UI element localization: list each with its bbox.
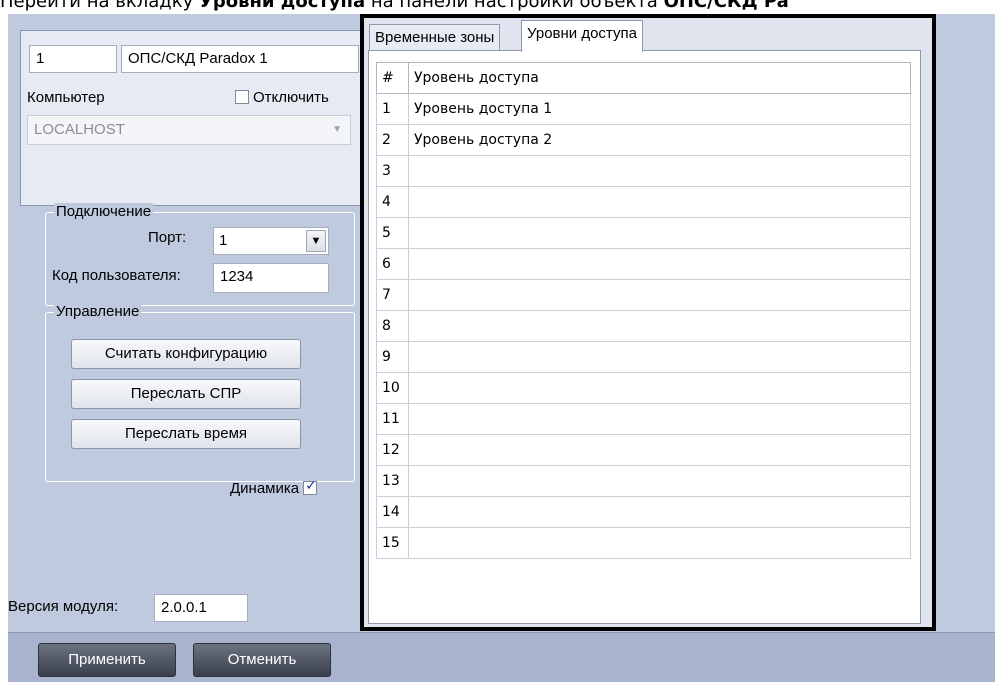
send-time-button[interactable]: Переслать время [71, 419, 301, 449]
connection-group-title: Подключение [54, 203, 154, 220]
access-level-name-cell[interactable] [408, 248, 911, 280]
module-version-field: 2.0.0.1 [154, 594, 248, 622]
cancel-button[interactable]: Отменить [193, 643, 331, 677]
access-level-name-cell[interactable] [408, 310, 911, 342]
table-row[interactable]: 1 Уровень доступа 1 [376, 93, 911, 125]
caption-bold-object: ОПС/СКД Pa [663, 0, 789, 12]
caption-bold-tab: Уровни доступа [198, 0, 366, 12]
tab-time-zones[interactable]: Временные зоны [369, 24, 501, 52]
row-number-cell: 3 [376, 155, 409, 187]
table-row[interactable]: 6 [376, 248, 911, 280]
access-level-name-cell[interactable] [408, 155, 911, 187]
user-code-label: Код пользователя: [52, 267, 181, 284]
control-group: Управление Считать конфигурацию Переслат… [45, 303, 355, 482]
access-levels-table: # Уровень доступа 1 Уровень доступа 1 2 Уро… [376, 62, 911, 559]
computer-select[interactable]: LOCALHOST ▼ [27, 115, 351, 145]
disable-label: Отключить [253, 89, 329, 106]
dynamics-label: Динамика [230, 480, 300, 497]
table-row[interactable]: 14 [376, 496, 911, 528]
apply-button[interactable]: Применить [38, 643, 176, 677]
access-level-name-cell[interactable]: Уровень доступа 1 [408, 93, 911, 125]
row-number-cell: 12 [376, 434, 409, 466]
table-body: 1 Уровень доступа 1 2 Уровень доступа 23456… [376, 93, 911, 559]
table-header-row: # Уровень доступа [376, 62, 911, 94]
caption-middle: на панели настройки объекта [365, 0, 664, 12]
user-code-field[interactable]: 1234 [213, 263, 329, 293]
row-number-cell: 9 [376, 341, 409, 373]
table-row[interactable]: 5 [376, 217, 911, 249]
table-row[interactable]: 10 [376, 372, 911, 404]
access-level-name-cell[interactable] [408, 527, 911, 559]
access-level-name-cell[interactable] [408, 434, 911, 466]
column-header-num[interactable]: # [376, 62, 409, 94]
chevron-down-icon[interactable]: ▼ [306, 230, 326, 252]
access-level-name-cell[interactable]: Уровень доступа 2 [408, 124, 911, 156]
table-row[interactable]: 4 [376, 186, 911, 218]
dynamics-checkbox[interactable]: Динамика [230, 478, 321, 497]
control-group-title: Управление [54, 303, 142, 320]
row-number-cell: 15 [376, 527, 409, 559]
row-number-cell: 14 [376, 496, 409, 528]
access-level-name-cell[interactable] [408, 403, 911, 435]
read-config-button[interactable]: Считать конфигурацию [71, 339, 301, 369]
send-spr-button[interactable]: Переслать СПР [71, 379, 301, 409]
row-number-cell: 5 [376, 217, 409, 249]
table-row[interactable]: 3 [376, 155, 911, 187]
access-level-name-cell[interactable] [408, 496, 911, 528]
settings-window: 1 ОПС/СКД Paradox 1 Компьютер Отключить … [8, 14, 995, 682]
column-header-name[interactable]: Уровень доступа [408, 62, 911, 94]
access-level-name-cell[interactable] [408, 217, 911, 249]
table-row[interactable]: 7 [376, 279, 911, 311]
object-id-field[interactable]: 1 [29, 45, 117, 73]
row-number-cell: 13 [376, 465, 409, 497]
table-row[interactable]: 9 [376, 341, 911, 373]
object-header-panel: 1 ОПС/СКД Paradox 1 Компьютер Отключить … [20, 30, 366, 206]
object-name-field[interactable]: ОПС/СКД Paradox 1 [121, 45, 359, 73]
table-row[interactable]: 2 Уровень доступа 2 [376, 124, 911, 156]
table-row[interactable]: 13 [376, 465, 911, 497]
port-select-value: 1 [219, 232, 228, 249]
access-level-name-cell[interactable] [408, 279, 911, 311]
row-number-cell: 2 [376, 124, 409, 156]
row-number-cell: 8 [376, 310, 409, 342]
row-number-cell: 1 [376, 93, 409, 125]
module-version-label: Версия модуля: [8, 598, 119, 615]
row-number-cell: 4 [376, 186, 409, 218]
access-levels-tab-page: # Уровень доступа 1 Уровень доступа 1 2 Уро… [368, 50, 921, 624]
port-select[interactable]: 1 ▼ [213, 227, 329, 255]
row-number-cell: 6 [376, 248, 409, 280]
access-level-name-cell[interactable] [408, 372, 911, 404]
access-level-name-cell[interactable] [408, 465, 911, 497]
row-number-cell: 11 [376, 403, 409, 435]
table-row[interactable]: 8 [376, 310, 911, 342]
port-label: Порт: [148, 229, 187, 246]
instruction-caption: Перейти на вкладку Уровни доступа на пан… [0, 0, 995, 15]
disable-checkbox-box[interactable] [235, 90, 249, 104]
table-row[interactable]: 15 [376, 527, 911, 559]
disable-checkbox[interactable]: Отключить [235, 89, 329, 106]
tab-control: Временные зоны Уровни доступа # Уровень … [364, 18, 932, 627]
footer-bar: Применить Отменить [8, 632, 995, 682]
row-number-cell: 7 [376, 279, 409, 311]
access-level-name-cell[interactable] [408, 186, 911, 218]
table-row[interactable]: 11 [376, 403, 911, 435]
tab-access-levels[interactable]: Уровни доступа [521, 20, 643, 52]
caption-prefix: Перейти на вкладку [0, 0, 199, 12]
access-levels-panel: Временные зоны Уровни доступа # Уровень … [360, 14, 936, 631]
computer-select-value: LOCALHOST [34, 121, 125, 138]
row-number-cell: 10 [376, 372, 409, 404]
access-level-name-cell[interactable] [408, 341, 911, 373]
computer-label: Компьютер [27, 89, 105, 106]
connection-group: Подключение Порт: 1 ▼ Код пользователя: 1… [45, 203, 355, 306]
table-row[interactable]: 12 [376, 434, 911, 466]
chevron-down-icon: ▼ [332, 124, 342, 135]
dynamics-checkbox-box[interactable] [303, 478, 318, 495]
